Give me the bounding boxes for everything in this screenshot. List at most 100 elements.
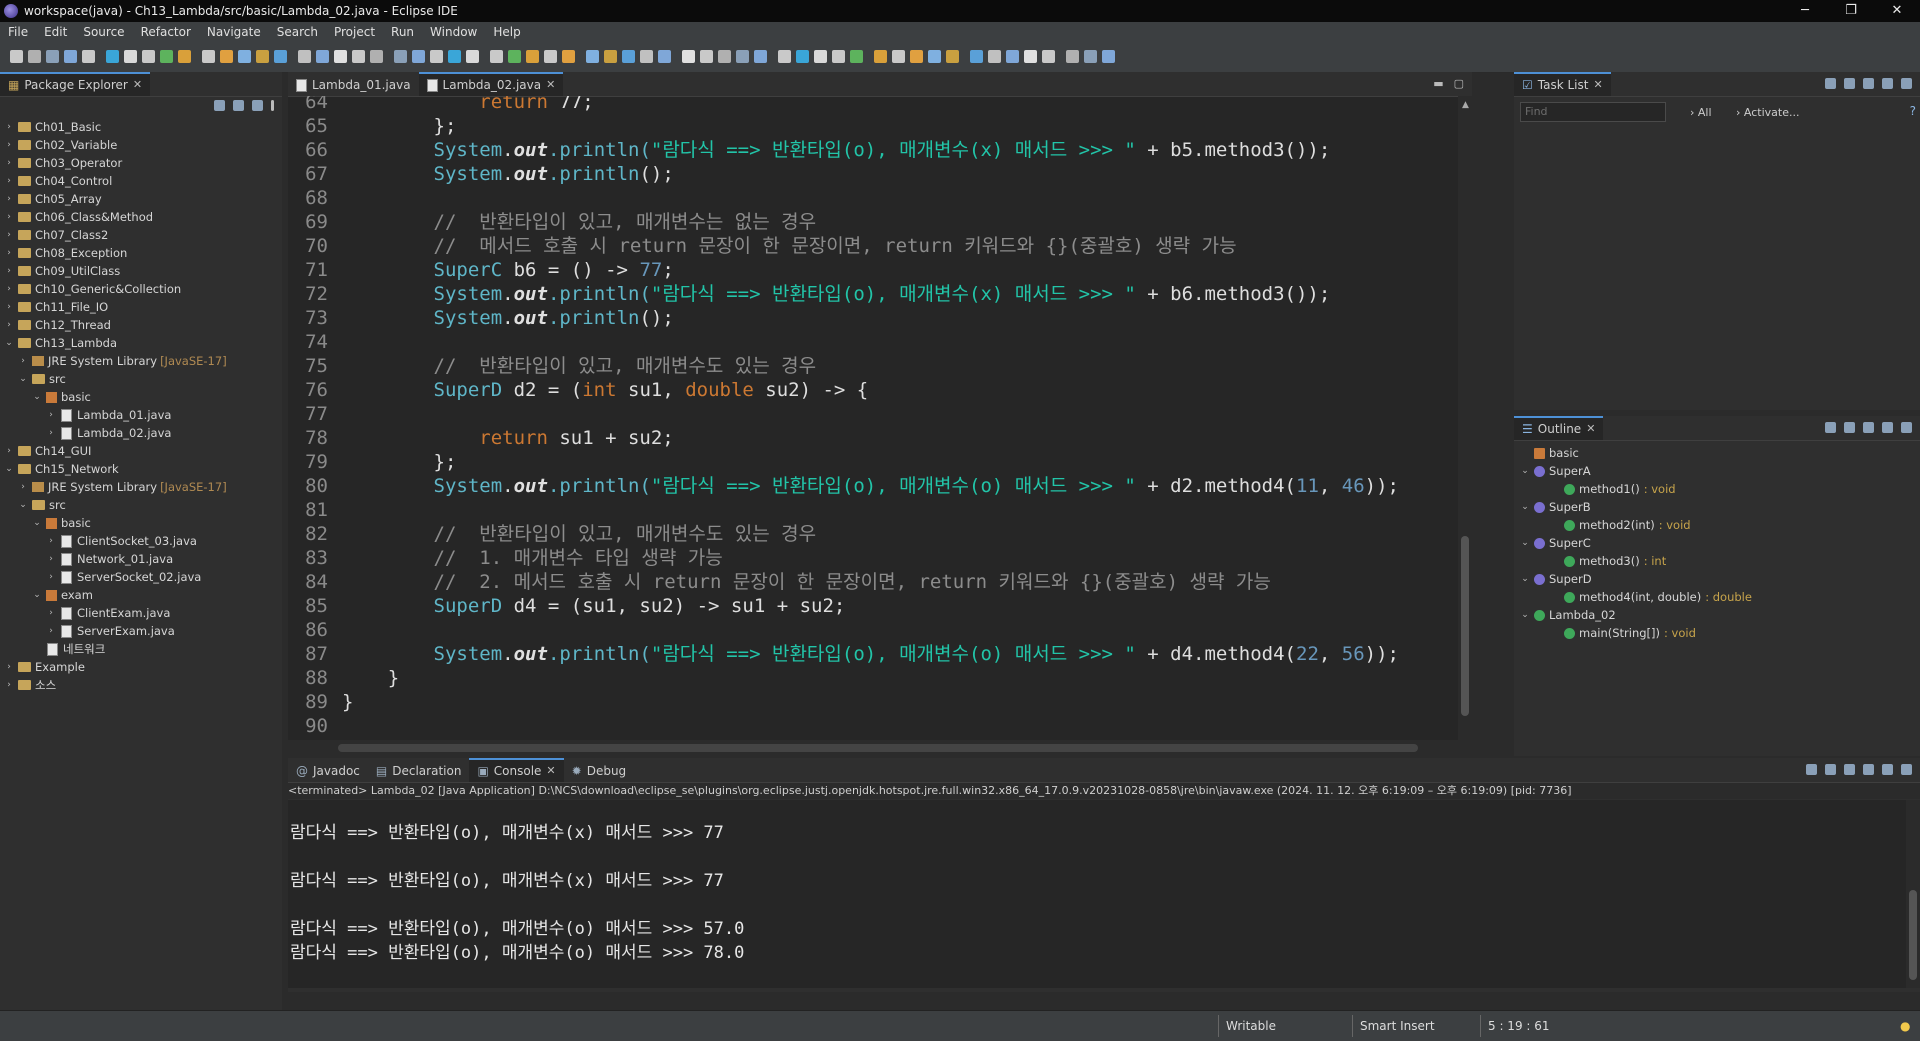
menu-search[interactable]: Search bbox=[269, 25, 326, 39]
tree-item[interactable]: › ServerExam.java bbox=[0, 622, 282, 640]
code-line[interactable]: SuperD d2 = (int su1, double su2) -> { bbox=[342, 378, 869, 402]
link-editor-icon[interactable] bbox=[233, 100, 244, 111]
tree-item[interactable]: › ClientExam.java bbox=[0, 604, 282, 622]
toolbar-button-icon[interactable] bbox=[526, 50, 539, 63]
tree-item[interactable]: › Ch10_Generic&Collection bbox=[0, 280, 282, 298]
close-icon[interactable]: ✕ bbox=[1586, 418, 1595, 440]
collapse-all-icon[interactable] bbox=[214, 100, 225, 111]
toolbar-button-icon[interactable] bbox=[1042, 50, 1055, 63]
expand-chevron-icon[interactable]: › bbox=[46, 572, 56, 582]
menu-refactor[interactable]: Refactor bbox=[133, 25, 199, 39]
expand-chevron-icon[interactable]: ⌄ bbox=[1520, 502, 1530, 512]
hscrollbar-thumb[interactable] bbox=[338, 744, 1418, 752]
tree-item[interactable]: › JRE System Library [JavaSE-17] bbox=[0, 478, 282, 496]
toolbar-button-icon[interactable] bbox=[370, 50, 383, 63]
hide-static-icon[interactable] bbox=[1882, 422, 1893, 433]
toolbar-button-icon[interactable] bbox=[814, 50, 827, 63]
tree-item[interactable]: › JRE System Library [JavaSE-17] bbox=[0, 352, 282, 370]
toolbar-button-icon[interactable] bbox=[754, 50, 767, 63]
tree-item[interactable]: › Ch03_Operator bbox=[0, 154, 282, 172]
toolbar-button-icon[interactable] bbox=[586, 50, 599, 63]
toolbar-button-icon[interactable] bbox=[1006, 50, 1019, 63]
toolbar-button-icon[interactable] bbox=[796, 50, 809, 63]
console-horizontal-scrollbar[interactable] bbox=[288, 992, 1920, 1010]
toolbar-button-icon[interactable] bbox=[970, 50, 983, 63]
toolbar-button-icon[interactable] bbox=[160, 50, 173, 63]
expand-chevron-icon[interactable]: › bbox=[4, 662, 14, 672]
toolbar-button-icon[interactable] bbox=[508, 50, 521, 63]
toolbar-button-icon[interactable] bbox=[178, 50, 191, 63]
toolbar-button-icon[interactable] bbox=[106, 50, 119, 63]
code-line[interactable]: // 2. 메서드 호출 시 return 문장이 한 문장이면, return… bbox=[342, 570, 1271, 594]
toolbar-button-icon[interactable] bbox=[700, 50, 713, 63]
expand-chevron-icon[interactable]: › bbox=[4, 158, 14, 168]
code-line[interactable]: System.out.println("람다식 ==> 반환타입(o), 매개변… bbox=[342, 474, 1399, 498]
outline-item[interactable]: method1() : void bbox=[1514, 480, 1920, 498]
tree-item[interactable]: › ServerSocket_02.java bbox=[0, 568, 282, 586]
expand-chevron-icon[interactable]: › bbox=[4, 176, 14, 186]
menu-navigate[interactable]: Navigate bbox=[199, 25, 269, 39]
code-line[interactable]: System.out.println(); bbox=[342, 162, 674, 186]
expand-chevron-icon[interactable]: › bbox=[4, 194, 14, 204]
expand-chevron-icon[interactable]: › bbox=[4, 320, 14, 330]
toolbar-button-icon[interactable] bbox=[412, 50, 425, 63]
toolbar-button-icon[interactable] bbox=[490, 50, 503, 63]
tree-item[interactable]: › Ch14_GUI bbox=[0, 442, 282, 460]
toolbar-button-icon[interactable] bbox=[334, 50, 347, 63]
expand-chevron-icon[interactable]: › bbox=[46, 428, 56, 438]
menu-window[interactable]: Window bbox=[422, 25, 485, 39]
code-line[interactable]: return su1 + su2; bbox=[342, 426, 673, 450]
tree-item[interactable]: ⌄ src bbox=[0, 370, 282, 388]
tab-task-list[interactable]: ☑ Task List ✕ bbox=[1514, 72, 1611, 96]
toolbar-button-icon[interactable] bbox=[46, 50, 59, 63]
close-icon[interactable]: ✕ bbox=[546, 74, 555, 96]
code-line[interactable]: }; bbox=[342, 450, 457, 474]
expand-chevron-icon[interactable]: › bbox=[18, 356, 28, 366]
expand-chevron-icon[interactable]: › bbox=[4, 266, 14, 276]
menu-edit[interactable]: Edit bbox=[36, 25, 75, 39]
toolbar-button-icon[interactable] bbox=[604, 50, 617, 63]
tree-item[interactable]: › Ch07_Class2 bbox=[0, 226, 282, 244]
display-console-icon[interactable] bbox=[1901, 764, 1912, 775]
toolbar-button-icon[interactable] bbox=[946, 50, 959, 63]
tree-item[interactable]: ⌄ basic bbox=[0, 514, 282, 532]
tree-item[interactable]: ⌄ Ch15_Network bbox=[0, 460, 282, 478]
toolbar-button-icon[interactable] bbox=[298, 50, 311, 63]
toolbar-button-icon[interactable] bbox=[988, 50, 1001, 63]
tree-item[interactable]: ⌄ Ch13_Lambda bbox=[0, 334, 282, 352]
editor-tab[interactable]: Lambda_02.java ✕ bbox=[418, 72, 564, 96]
toolbar-button-icon[interactable] bbox=[640, 50, 653, 63]
outline-item[interactable]: method3() : int bbox=[1514, 552, 1920, 570]
tree-item[interactable]: › Network_01.java bbox=[0, 550, 282, 568]
expand-chevron-icon[interactable]: › bbox=[46, 410, 56, 420]
toolbar-button-icon[interactable] bbox=[10, 50, 23, 63]
expand-chevron-icon[interactable]: › bbox=[4, 122, 14, 132]
outline-item[interactable]: main(String[]) : void bbox=[1514, 624, 1920, 642]
toolbar-button-icon[interactable] bbox=[736, 50, 749, 63]
minimize-button[interactable]: ─ bbox=[1782, 0, 1828, 22]
filter-icon[interactable] bbox=[1882, 78, 1893, 89]
code-line[interactable]: }; bbox=[342, 114, 457, 138]
pin-console-icon[interactable] bbox=[1882, 764, 1893, 775]
toolbar-button-icon[interactable] bbox=[28, 50, 41, 63]
help-icon[interactable]: ? bbox=[1910, 104, 1916, 118]
collapse-icon[interactable] bbox=[1825, 422, 1836, 433]
maximize-button[interactable]: ❐ bbox=[1828, 0, 1874, 22]
toolbar-button-icon[interactable] bbox=[316, 50, 329, 63]
tree-item[interactable]: › Ch05_Array bbox=[0, 190, 282, 208]
code-editor[interactable]: 64 65 66 67 68 69 70 71 72 73 74 75 76 77 78 79 80 81 82 83… bbox=[288, 96, 1472, 756]
hide-fields-icon[interactable] bbox=[1863, 422, 1874, 433]
toolbar-button-icon[interactable] bbox=[658, 50, 671, 63]
menu-file[interactable]: File bbox=[0, 25, 36, 39]
code-line[interactable]: // 메서드 호출 시 return 문장이 한 문장이면, return 키워… bbox=[342, 234, 1237, 258]
toolbar-button-icon[interactable] bbox=[256, 50, 269, 63]
toolbar-button-icon[interactable] bbox=[892, 50, 905, 63]
console-tab[interactable]: ▤ Declaration bbox=[368, 760, 470, 782]
editor-tab[interactable]: Lambda_01.java bbox=[288, 74, 419, 96]
expand-chevron-icon[interactable]: ⌄ bbox=[32, 518, 42, 528]
tree-item[interactable]: ⌄ exam bbox=[0, 586, 282, 604]
expand-chevron-icon[interactable]: › bbox=[4, 446, 14, 456]
expand-chevron-icon[interactable]: ⌄ bbox=[32, 392, 42, 402]
tree-item[interactable]: › Ch11_File_IO bbox=[0, 298, 282, 316]
outline-item[interactable]: ⌄ SuperA bbox=[1514, 462, 1920, 480]
